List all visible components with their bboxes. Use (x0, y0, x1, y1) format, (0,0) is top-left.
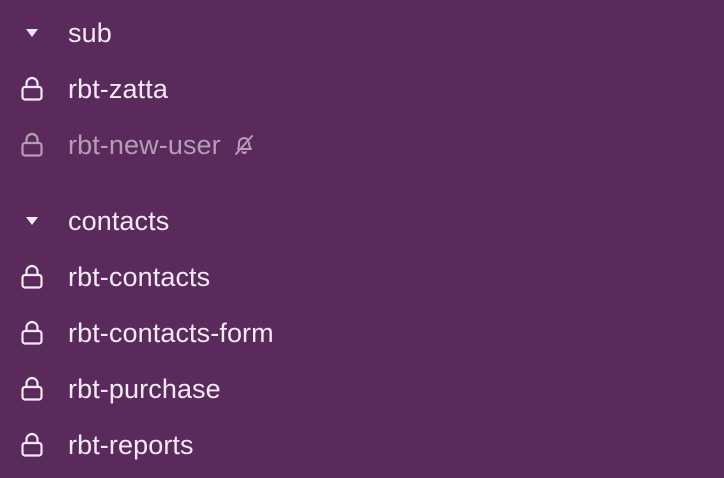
channel-name: rbt-reports (68, 430, 194, 460)
channel-item-rbt-contacts-form[interactable]: rbt-contacts-form (0, 311, 724, 355)
lock-icon (18, 431, 46, 459)
channel-item-rbt-reports[interactable]: rbt-reports (0, 423, 724, 467)
section-header-label: contacts (68, 206, 170, 236)
channel-item-rbt-contacts[interactable]: rbt-contacts (0, 255, 724, 299)
bell-off-icon (231, 132, 257, 158)
channel-sidebar: sub rbt-zatta rbt-new-user contacts rbt-… (0, 0, 724, 478)
channel-item-rbt-zatta[interactable]: rbt-zatta (0, 67, 724, 111)
lock-icon (18, 263, 46, 291)
lock-icon (18, 75, 46, 103)
channel-name: rbt-zatta (68, 74, 168, 104)
channel-name: rbt-new-user (68, 130, 221, 160)
section-header-contacts[interactable]: contacts (0, 199, 724, 243)
channel-item-rbt-new-user[interactable]: rbt-new-user (0, 123, 724, 167)
section-header-label: sub (68, 18, 112, 48)
caret-down-icon[interactable] (18, 19, 46, 47)
caret-down-icon[interactable] (18, 207, 46, 235)
channel-name: rbt-contacts (68, 262, 211, 292)
channel-name: rbt-contacts-form (68, 318, 274, 348)
channel-item-rbt-purchase[interactable]: rbt-purchase (0, 367, 724, 411)
lock-icon (18, 375, 46, 403)
lock-icon (18, 319, 46, 347)
channel-name: rbt-purchase (68, 374, 221, 404)
lock-icon (18, 131, 46, 159)
section-header-sub[interactable]: sub (0, 11, 724, 55)
